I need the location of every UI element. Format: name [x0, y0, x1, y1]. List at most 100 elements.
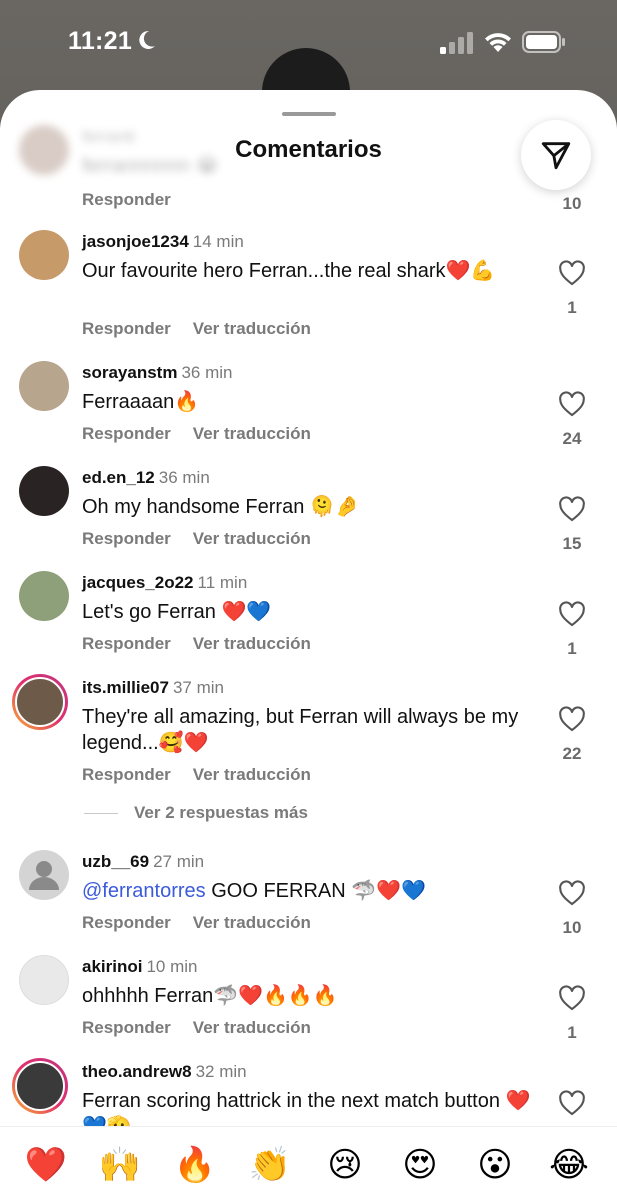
- emoji-crying-button[interactable]: 😢: [323, 1143, 367, 1187]
- comment-actions: Responder Ver traducción: [82, 634, 311, 654]
- avatar[interactable]: [19, 850, 69, 900]
- comment-username[interactable]: jacques_2o22: [82, 573, 194, 592]
- comment-text: @ferrantorres GOO FERRAN 🦈❤️💙: [82, 880, 426, 902]
- comment-meta: jacques_2o22 11 min: [82, 573, 247, 593]
- like-count: 1: [567, 298, 577, 317]
- heart-icon[interactable]: [558, 260, 586, 286]
- heart-icon[interactable]: [558, 391, 586, 417]
- mention-link[interactable]: @ferrantorres: [82, 880, 206, 902]
- emoji-fire-button[interactable]: 🔥: [173, 1143, 217, 1187]
- cellular-signal-icon: [440, 32, 473, 54]
- emoji-clap-button[interactable]: 👏: [248, 1143, 292, 1187]
- comment-time: 36 min: [181, 363, 233, 382]
- battery-icon: [522, 31, 565, 53]
- comment-text: Oh my handsome Ferran 🫠🤌: [82, 496, 360, 518]
- comment-meta: theo.andrew8 32 min: [82, 1062, 247, 1082]
- like-count: 15: [562, 534, 582, 553]
- comment-text: Ferraaaan🔥: [82, 391, 200, 413]
- translate-button[interactable]: Ver traducción: [193, 424, 311, 443]
- comment-actions: Responder Ver traducción: [82, 319, 311, 339]
- like-count: 1: [567, 1023, 577, 1042]
- heart-icon[interactable]: [558, 706, 586, 732]
- view-more-replies-button[interactable]: Ver 2 respuestas más: [84, 803, 308, 823]
- comment-username[interactable]: uzb__69: [82, 852, 149, 871]
- emoji-heart-eyes-button[interactable]: 😍: [398, 1143, 442, 1187]
- heart-icon[interactable]: [558, 601, 586, 627]
- comment-text: ohhhhh Ferran🦈❤️🔥🔥🔥: [82, 985, 338, 1007]
- like-count: 1: [567, 639, 577, 658]
- comment-meta: sorayanstm 36 min: [82, 363, 232, 383]
- comment-time: 10 min: [146, 957, 198, 976]
- reply-button[interactable]: Responder: [82, 319, 171, 338]
- translate-button[interactable]: Ver traducción: [193, 1018, 311, 1037]
- comment-text: They're all amazing, but Ferran will alw…: [82, 706, 519, 754]
- emoji-reaction-bar: ❤️ 🙌 🔥 👏 😢 😍 😮 😂: [0, 1126, 617, 1201]
- like-count: 22: [562, 744, 582, 763]
- comment-actions: Responder Ver traducción: [82, 765, 311, 785]
- translate-button[interactable]: Ver traducción: [193, 529, 311, 548]
- reply-button[interactable]: Responder: [82, 190, 171, 210]
- comment-username[interactable]: its.millie07: [82, 678, 169, 697]
- status-time: 11:21: [68, 27, 133, 55]
- emoji-surprised-button[interactable]: 😮: [473, 1143, 517, 1187]
- avatar[interactable]: [19, 230, 69, 280]
- translate-button[interactable]: Ver traducción: [193, 765, 311, 784]
- reply-button[interactable]: Responder: [82, 1018, 171, 1037]
- avatar[interactable]: [19, 571, 69, 621]
- comment-time: 32 min: [195, 1062, 247, 1081]
- comment-actions: Responder Ver traducción: [82, 424, 311, 444]
- heart-icon[interactable]: [558, 1090, 586, 1116]
- comment-meta: uzb__69 27 min: [82, 852, 204, 872]
- reply-button[interactable]: Responder: [82, 765, 171, 784]
- heart-icon[interactable]: [558, 985, 586, 1011]
- comment-text: Let's go Ferran ❤️💙: [82, 601, 272, 623]
- avatar: [15, 677, 65, 727]
- comment-username[interactable]: akirinoi: [82, 957, 142, 976]
- emoji-raised-hands-button[interactable]: 🙌: [98, 1143, 142, 1187]
- avatar-story-ring[interactable]: [12, 674, 68, 730]
- avatar[interactable]: [19, 466, 69, 516]
- comment-time: 36 min: [158, 468, 210, 487]
- drag-handle[interactable]: [282, 112, 336, 116]
- avatar: [15, 1061, 65, 1111]
- reply-button[interactable]: Responder: [82, 913, 171, 932]
- comment-username[interactable]: ed.en_12: [82, 468, 155, 487]
- reply-button[interactable]: Responder: [82, 634, 171, 653]
- like-count: 24: [562, 429, 582, 448]
- wifi-icon: [485, 33, 511, 52]
- avatar[interactable]: [19, 955, 69, 1005]
- comment-time: 11 min: [197, 573, 248, 592]
- reply-button[interactable]: Responder: [82, 529, 171, 548]
- status-bar: 11:21: [0, 0, 617, 88]
- translate-button[interactable]: Ver traducción: [193, 913, 311, 932]
- like-count: 10: [562, 194, 582, 213]
- default-avatar-icon: [29, 861, 59, 890]
- emoji-laughing-button[interactable]: 😂: [547, 1143, 591, 1187]
- reply-button[interactable]: Responder: [82, 424, 171, 443]
- like-count: 10: [562, 918, 582, 937]
- heart-icon[interactable]: [558, 496, 586, 522]
- avatar-story-ring[interactable]: [12, 1058, 68, 1114]
- comment-meta: its.millie07 37 min: [82, 678, 224, 698]
- comment-time: 27 min: [153, 852, 205, 871]
- send-icon: [541, 142, 571, 170]
- share-button[interactable]: [521, 120, 591, 190]
- comment-time: 14 min: [192, 232, 244, 251]
- moon-icon: [139, 30, 155, 49]
- comment-username[interactable]: sorayanstm: [82, 363, 177, 382]
- comment-text: Our favourite hero Ferran...the real sha…: [82, 260, 496, 282]
- comment-username[interactable]: theo.andrew8: [82, 1062, 192, 1081]
- emoji-heart-button[interactable]: ❤️: [24, 1143, 68, 1187]
- translate-button[interactable]: Ver traducción: [193, 634, 311, 653]
- comment-actions: Responder Ver traducción: [82, 913, 311, 933]
- translate-button[interactable]: Ver traducción: [193, 319, 311, 338]
- reply-thread-line: [84, 813, 118, 815]
- comment-username[interactable]: jasonjoe1234: [82, 232, 189, 251]
- comment-actions: Responder Ver traducción: [82, 529, 311, 549]
- comment-meta: akirinoi 10 min: [82, 957, 198, 977]
- comment-time: 37 min: [172, 678, 224, 697]
- comment-actions: Responder Ver traducción: [82, 1018, 311, 1038]
- heart-icon[interactable]: [558, 880, 586, 906]
- comment-meta: jasonjoe1234 14 min: [82, 232, 244, 252]
- avatar[interactable]: [19, 361, 69, 411]
